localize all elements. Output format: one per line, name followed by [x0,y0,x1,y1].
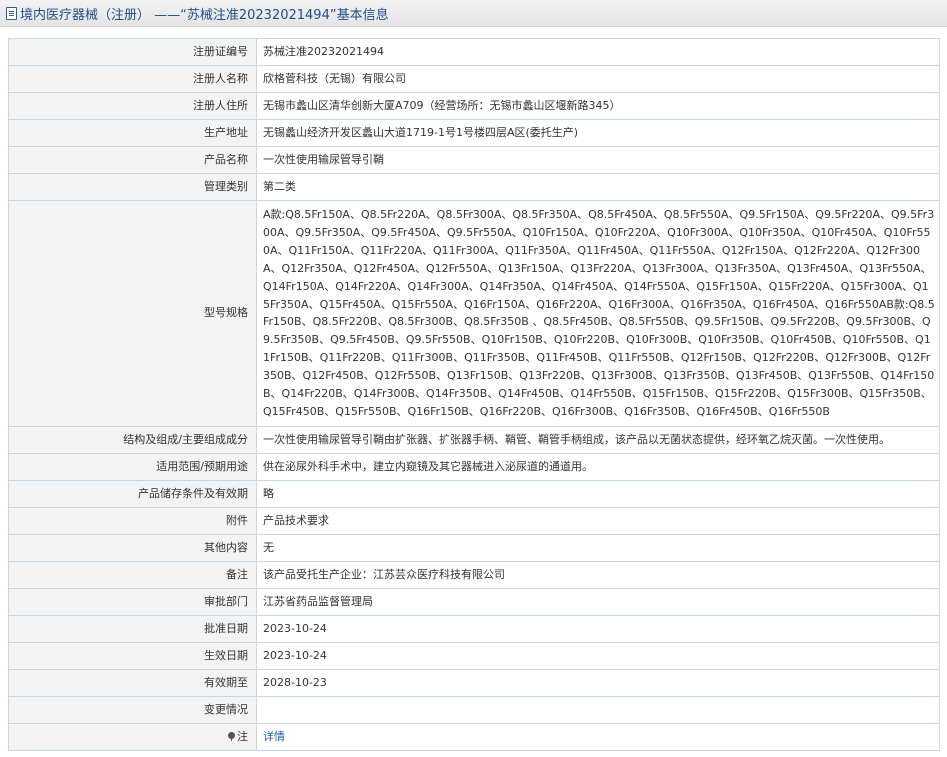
row-label: 附件 [8,506,257,535]
row-label: 注 [8,722,257,752]
row-label: 注册人名称 [8,65,257,93]
row-value: 2023-10-24 [256,614,940,643]
row-other: 其他内容 无 [8,533,940,562]
row-label: 管理类别 [8,173,257,201]
row-approval-date: 批准日期 2023-10-24 [8,614,940,643]
row-label: 审批部门 [8,587,257,616]
row-value: 苏械注准20232021494 [256,38,940,66]
row-model-spec: 型号规格 A款:Q8.5Fr150A、Q8.5Fr220A、Q8.5Fr300A… [8,200,940,427]
pin-icon [228,732,235,742]
row-product-name: 产品名称 一次性使用输尿管导引鞘 [8,146,940,174]
row-label: 结构及组成/主要组成成分 [8,425,257,454]
row-value: 江苏省药品监督管理局 [256,587,940,616]
row-value: 略 [256,479,940,508]
row-value: 2028-10-23 [256,668,940,697]
row-expiry-date: 有效期至 2028-10-23 [8,668,940,697]
row-intended-use: 适用范围/预期用途 供在泌尿外科手术中，建立内窥镜及其它器械进入泌尿道的通道用。 [8,452,940,481]
row-remark: 备注 该产品受托生产企业：江苏芸众医疗科技有限公司 [8,560,940,589]
row-label: 批准日期 [8,614,257,643]
row-value: 无锡市蠡山区清华创新大厦A709（经营场所：无锡市蠡山区堰新路345） [256,92,940,120]
row-changes: 变更情况 [8,695,940,724]
row-label: 适用范围/预期用途 [8,452,257,481]
row-label: 生效日期 [8,641,257,670]
row-storage: 产品储存条件及有效期 略 [8,479,940,508]
row-management-class: 管理类别 第二类 [8,173,940,201]
row-value: 第二类 [256,173,940,201]
document-icon [6,6,17,20]
row-registration-number: 注册证编号 苏械注准20232021494 [8,38,940,66]
row-value: 无 [256,533,940,562]
row-attachment: 附件 产品技术要求 [8,506,940,535]
row-approval-dept: 审批部门 江苏省药品监督管理局 [8,587,940,616]
page-title: 境内医疗器械（注册） ——“苏械注准20232021494”基本信息 [20,7,389,23]
row-label: 注册人住所 [8,92,257,120]
row-label: 备注 [8,560,257,589]
row-value: 一次性使用输尿管导引鞘 [256,146,940,174]
row-label: 生产地址 [8,119,257,147]
row-structure: 结构及组成/主要组成成分 一次性使用输尿管导引鞘由扩张器、扩张器手柄、鞘管、鞘管… [8,425,940,454]
row-label: 其他内容 [8,533,257,562]
row-value: 详情 [256,722,940,752]
row-value: 无锡蠡山经济开发区蠡山大道1719-1号1号楼四层A区(委托生产) [256,119,940,147]
row-label: 产品储存条件及有效期 [8,479,257,508]
row-label: 型号规格 [8,200,257,427]
row-registrant-address: 注册人住所 无锡市蠡山区清华创新大厦A709（经营场所：无锡市蠡山区堰新路345… [8,92,940,120]
title-bar: 境内医疗器械（注册） ——“苏械注准20232021494”基本信息 [0,0,947,27]
row-value: 一次性使用输尿管导引鞘由扩张器、扩张器手柄、鞘管、鞘管手柄组成，该产品以无菌状态… [256,425,940,454]
row-label: 有效期至 [8,668,257,697]
row-effective-date: 生效日期 2023-10-24 [8,641,940,670]
row-value: 欣格菅科技（无锡）有限公司 [256,65,940,93]
detail-link[interactable]: 详情 [263,730,285,743]
row-registrant-name: 注册人名称 欣格菅科技（无锡）有限公司 [8,65,940,93]
row-note: 注 详情 [8,722,940,752]
note-label: 注 [228,728,248,746]
note-label-text: 注 [237,729,248,743]
info-table: 注册证编号 苏械注准20232021494 注册人名称 欣格菅科技（无锡）有限公… [8,38,940,752]
row-label: 产品名称 [8,146,257,174]
row-production-address: 生产地址 无锡蠡山经济开发区蠡山大道1719-1号1号楼四层A区(委托生产) [8,119,940,147]
row-value: 该产品受托生产企业：江苏芸众医疗科技有限公司 [256,560,940,589]
row-value: 2023-10-24 [256,641,940,670]
row-label: 变更情况 [8,695,257,724]
row-value [256,695,940,724]
row-value: A款:Q8.5Fr150A、Q8.5Fr220A、Q8.5Fr300A、Q8.5… [256,200,940,427]
row-value: 供在泌尿外科手术中，建立内窥镜及其它器械进入泌尿道的通道用。 [256,452,940,481]
row-label: 注册证编号 [8,38,257,66]
row-value: 产品技术要求 [256,506,940,535]
